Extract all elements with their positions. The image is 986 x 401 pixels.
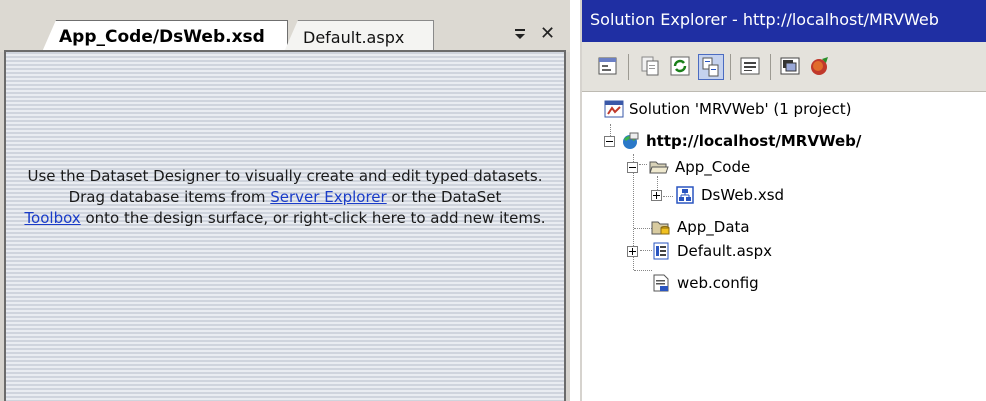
design-surface[interactable]: Use the Dataset Designer to visually cre… [4,50,566,401]
expand-icon[interactable] [651,190,662,201]
expand-icon[interactable] [627,246,638,257]
app-data-label: App_Data [677,218,750,236]
collapse-icon[interactable] [604,136,615,147]
close-icon[interactable]: ✕ [540,25,555,43]
view-designer-icon[interactable] [778,54,804,80]
solution-explorer-toolbar [582,42,986,92]
solution-icon [604,99,624,119]
toolbox-link[interactable]: Toolbox [24,209,80,227]
view-code-icon[interactable] [738,54,764,80]
nest-related-files-icon[interactable] [698,54,724,80]
server-explorer-link[interactable]: Server Explorer [270,188,386,206]
refresh-icon[interactable] [668,54,694,80]
web-project-icon [620,131,640,151]
tab-label: App_Code/DsWeb.xsd [59,27,265,47]
show-all-files-icon[interactable] [638,54,664,80]
toolbar-separator [628,54,629,80]
default-aspx-label: Default.aspx [677,242,772,260]
web-config-label: web.config [677,274,759,292]
data-folder-icon [651,217,671,237]
toolbar-separator [770,54,771,80]
tree-connector [639,164,647,165]
config-file-icon [651,273,671,293]
tree-connector [634,228,652,229]
tab-default-aspx[interactable]: Default.aspx [284,20,434,52]
solution-explorer-title: Solution Explorer - http://localhost/MRV… [582,0,986,42]
document-tab-strip: App_Code/DsWeb.xsd Default.aspx ✕ [0,0,570,52]
tree-connector [634,270,652,271]
open-folder-icon [649,157,669,177]
designer-hint-text: Use the Dataset Designer to visually cre… [6,166,564,229]
copy-web-site-icon[interactable] [808,54,834,80]
tab-label: Default.aspx [303,28,405,47]
collapse-icon[interactable] [627,162,638,173]
project-label: http://localhost/MRVWeb/ [646,132,862,150]
web-form-icon [651,241,671,261]
solution-tree: Solution 'MRVWeb' (1 project) http://loc… [582,92,986,401]
tab-dsweb-xsd[interactable]: App_Code/DsWeb.xsd [42,20,288,52]
hint-text: or the DataSet [386,188,502,206]
tree-connector [663,196,673,197]
app-code-label: App_Code [675,158,751,176]
window-position-dropdown-icon[interactable] [512,26,528,42]
pane-splitter[interactable] [570,0,580,401]
hint-text: Drag database items from [68,188,271,206]
dataset-icon [675,185,695,205]
solution-label: Solution 'MRVWeb' (1 project) [629,100,852,118]
dsweb-label: DsWeb.xsd [701,186,785,204]
properties-icon[interactable] [596,54,622,80]
toolbar-separator [730,54,731,80]
hint-text: onto the design surface, or right-click … [80,209,546,227]
hint-line-1: Use the Dataset Designer to visually cre… [27,167,543,185]
dataset-designer-pane: App_Code/DsWeb.xsd Default.aspx ✕ Use th… [0,0,570,401]
solution-explorer-pane: Solution Explorer - http://localhost/MRV… [580,0,986,401]
